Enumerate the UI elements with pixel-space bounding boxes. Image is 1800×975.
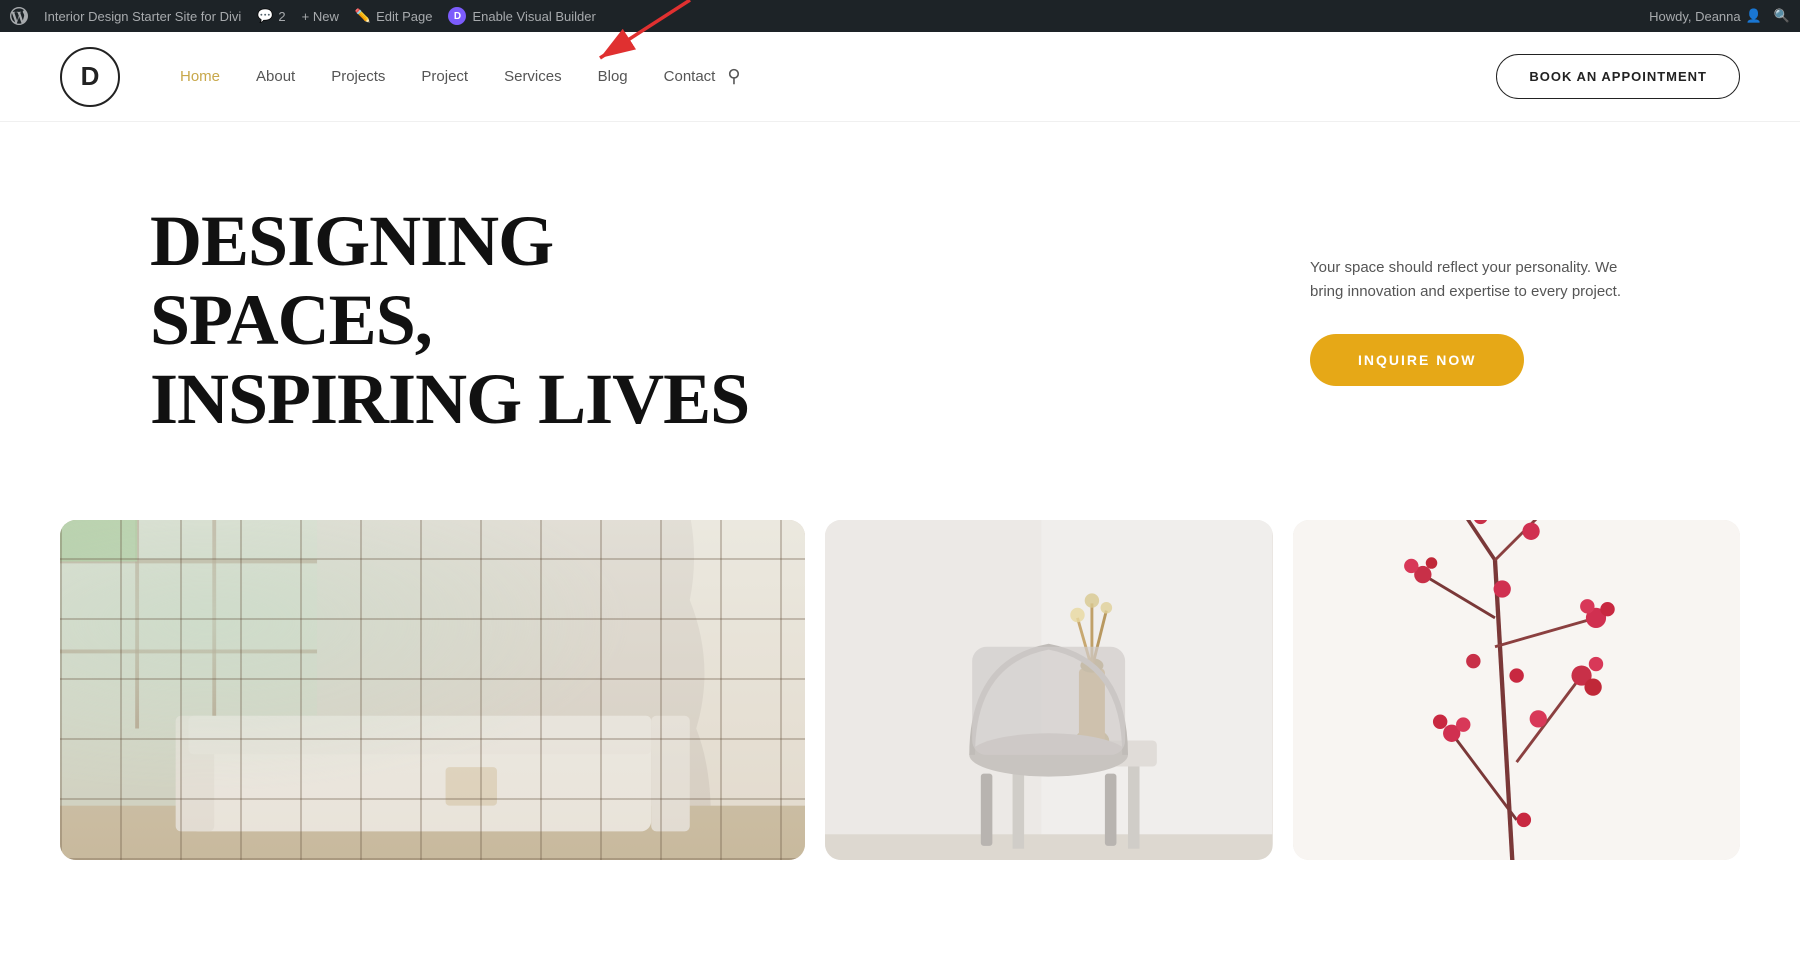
wordpress-icon — [10, 7, 28, 25]
gallery-item-chair — [825, 520, 1272, 860]
nav-item-home[interactable]: Home — [180, 68, 220, 86]
admin-bar-new[interactable]: + New — [302, 9, 339, 24]
nav-link-services[interactable]: Services — [504, 68, 562, 85]
gallery-section — [0, 520, 1800, 860]
flowers-svg — [1293, 520, 1740, 860]
enable-visual-builder-button[interactable]: D Enable Visual Builder — [448, 7, 595, 25]
living-room-svg — [60, 520, 805, 860]
logo-circle: D — [60, 47, 120, 107]
hero-cta-area: Your space should reflect your personali… — [1250, 256, 1650, 386]
admin-bar: Interior Design Starter Site for Divi 💬 … — [0, 0, 1800, 32]
nav-link-about[interactable]: About — [256, 68, 295, 85]
hero-section: DESIGNING SPACES, INSPIRING LIVES Your s… — [0, 122, 1800, 500]
nav-search-icon[interactable]: ⚲ — [727, 66, 740, 87]
admin-bar-edit-page[interactable]: ✏️ Edit Page — [355, 8, 433, 24]
chair-svg — [825, 520, 1272, 860]
admin-bar-comments[interactable]: 💬 2 — [257, 8, 285, 24]
inquire-now-button[interactable]: INQUIRE NOW — [1310, 334, 1524, 386]
book-appointment-button[interactable]: BOOK AN APPOINTMENT — [1496, 54, 1740, 99]
nav-item-contact[interactable]: Contact — [664, 68, 716, 86]
nav-item-projects[interactable]: Projects — [331, 68, 385, 86]
admin-bar-right: Howdy, Deanna 👤 🔍 — [1649, 8, 1790, 24]
admin-bar-howdy[interactable]: Howdy, Deanna 👤 — [1649, 8, 1762, 24]
divi-logo: D — [448, 7, 466, 25]
nav-link-home[interactable]: Home — [180, 68, 220, 85]
gallery-item-living — [60, 520, 805, 860]
nav-link-contact[interactable]: Contact — [664, 68, 716, 85]
admin-bar-search[interactable]: 🔍 — [1774, 8, 1790, 24]
nav-item-blog[interactable]: Blog — [598, 68, 628, 86]
nav-link-blog[interactable]: Blog — [598, 68, 628, 85]
admin-bar-wp-logo[interactable] — [10, 7, 28, 25]
nav-link-project[interactable]: Project — [421, 68, 468, 85]
admin-bar-site-title[interactable]: Interior Design Starter Site for Divi — [44, 9, 241, 24]
nav-links: Home About Projects Project Services Blo… — [180, 68, 715, 86]
nav-item-project[interactable]: Project — [421, 68, 468, 86]
living-room-image — [60, 520, 805, 860]
main-nav: D Home About Projects Project Services B… — [0, 32, 1800, 122]
nav-item-about[interactable]: About — [256, 68, 295, 86]
hero-title: DESIGNING SPACES, INSPIRING LIVES — [150, 202, 800, 440]
site-logo[interactable]: D — [60, 47, 120, 107]
hero-subtitle: Your space should reflect your personali… — [1310, 256, 1650, 304]
nav-link-projects[interactable]: Projects — [331, 68, 385, 85]
gallery-item-flowers — [1293, 520, 1740, 860]
hero-title-area: DESIGNING SPACES, INSPIRING LIVES — [150, 202, 1250, 440]
nav-item-services[interactable]: Services — [504, 68, 562, 86]
